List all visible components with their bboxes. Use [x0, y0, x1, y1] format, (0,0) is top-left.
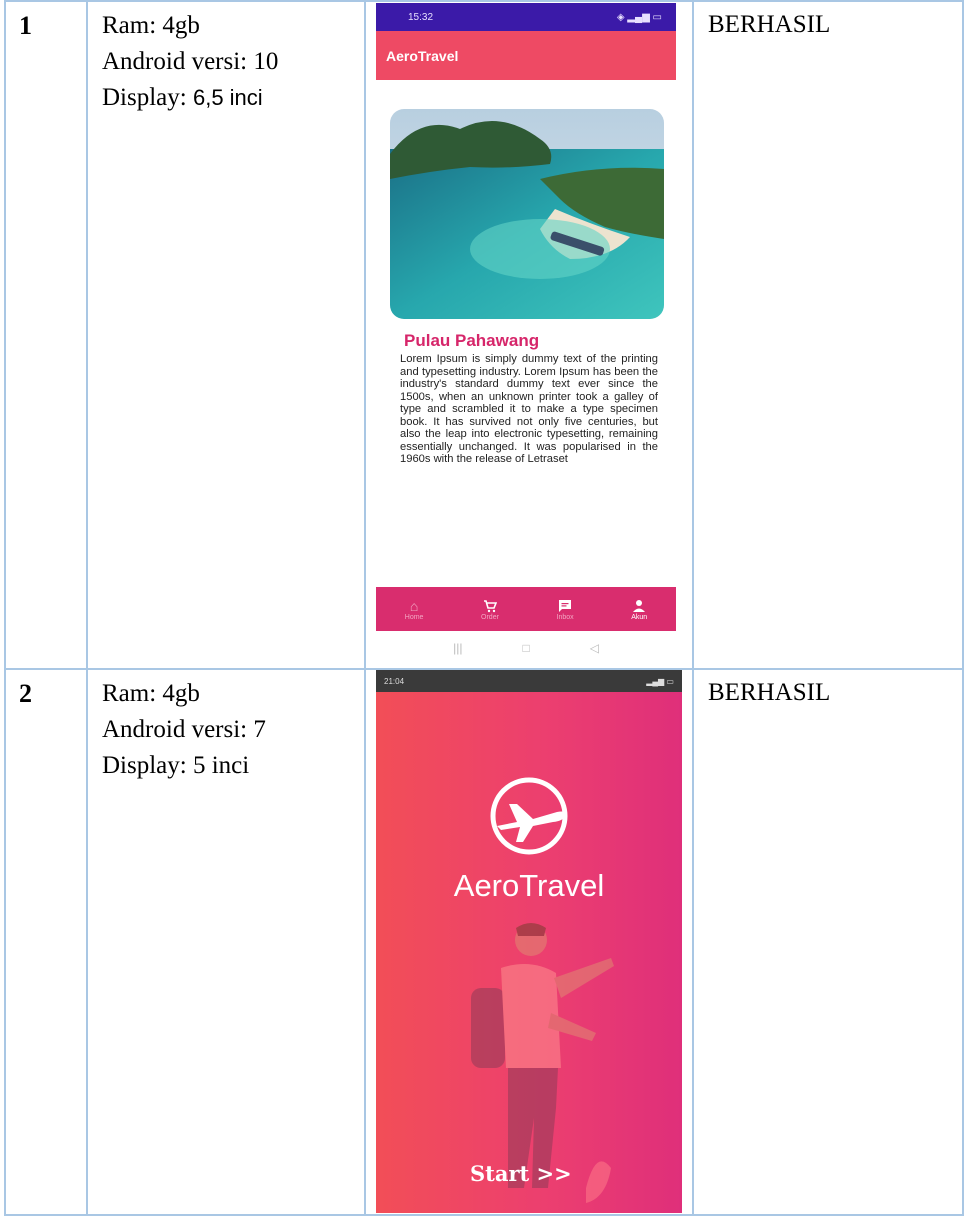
device-spec: Ram: 4gb Android versi: 10 Display: 6,5 …	[86, 0, 366, 670]
app-bar: AeroTravel	[376, 31, 676, 80]
row-number: 1	[4, 0, 88, 670]
android-version-spec: Android versi: 7	[102, 716, 266, 743]
status-bar: 15:32 ◈ ▂▄▆ ▭	[376, 3, 676, 31]
screenshot-cell: 15:32 ◈ ▂▄▆ ▭ AeroTravel Pulau Pahawang …	[364, 0, 694, 670]
display-value: 6,5 inci	[192, 85, 263, 110]
nav-label-akun: Akun	[631, 613, 648, 621]
table-row: 1 Ram: 4gb Android versi: 10 Display: 6,…	[4, 0, 964, 670]
display-spec: Display: 5 inci	[102, 752, 250, 779]
back-icon[interactable]: ◁	[590, 641, 599, 655]
bottom-navigation: ⌂ Home Order Inbox Akun	[376, 587, 676, 631]
result-cell: BERHASIL	[692, 0, 964, 670]
nav-item-home[interactable]: ⌂ Home	[405, 598, 424, 621]
phone-screenshot-detail: 15:32 ◈ ▂▄▆ ▭ AeroTravel Pulau Pahawang …	[376, 3, 676, 661]
display-label: Display:	[102, 84, 193, 111]
brand-name: AeroTravel	[453, 868, 605, 903]
display-spec: Display: 6,5 inci	[102, 80, 364, 116]
recents-icon[interactable]: |||	[453, 641, 462, 655]
phone-screenshot-splash: 21:04 ▂▄▆ ▭ AeroTravel Start >>	[376, 670, 682, 1213]
home-icon: ⌂	[409, 597, 419, 614]
destination-description: Lorem Ipsum is simply dummy text of the …	[400, 353, 658, 465]
start-button[interactable]: Start >>	[470, 1161, 572, 1186]
nav-item-inbox[interactable]: Inbox	[557, 598, 574, 621]
destination-title: Pulau Pahawang	[404, 331, 540, 350]
result-cell: BERHASIL	[692, 668, 964, 1216]
airplane-logo-icon	[490, 777, 568, 855]
test-results-table: 1 Ram: 4gb Android versi: 10 Display: 6,…	[4, 0, 964, 1216]
device-spec: Ram: 4gb Android versi: 7 Display: 5 inc…	[86, 668, 366, 1216]
android-version-spec: Android versi: 10	[102, 48, 279, 75]
nav-label-order: Order	[481, 613, 499, 621]
screenshot-cell: 21:04 ▂▄▆ ▭ AeroTravel Start >>	[364, 668, 694, 1216]
ram-spec: Ram: 4gb	[102, 12, 200, 39]
nav-label-home: Home	[404, 613, 424, 621]
nav-item-order[interactable]: Order	[481, 598, 499, 621]
home-button-icon[interactable]: □	[522, 641, 529, 655]
status-bar: 21:04 ▂▄▆ ▭	[376, 670, 682, 692]
person-icon	[631, 598, 647, 614]
app-title: AeroTravel	[386, 47, 459, 64]
status-time: 21:04	[384, 676, 405, 686]
table-row: 2 Ram: 4gb Android versi: 7 Display: 5 i…	[4, 668, 964, 1216]
row-number: 2	[4, 668, 88, 1216]
nav-label-inbox: Inbox	[556, 613, 574, 621]
status-time: 15:32	[408, 11, 434, 23]
destination-image	[390, 109, 664, 319]
chat-icon	[557, 598, 573, 614]
status-icons: ◈ ▂▄▆ ▭	[616, 11, 662, 23]
status-icons: ▂▄▆ ▭	[646, 676, 674, 686]
cart-icon	[482, 598, 498, 614]
nav-item-akun[interactable]: Akun	[631, 598, 647, 621]
ram-spec: Ram: 4gb	[102, 680, 200, 707]
system-navigation: ||| □ ◁	[376, 635, 676, 661]
